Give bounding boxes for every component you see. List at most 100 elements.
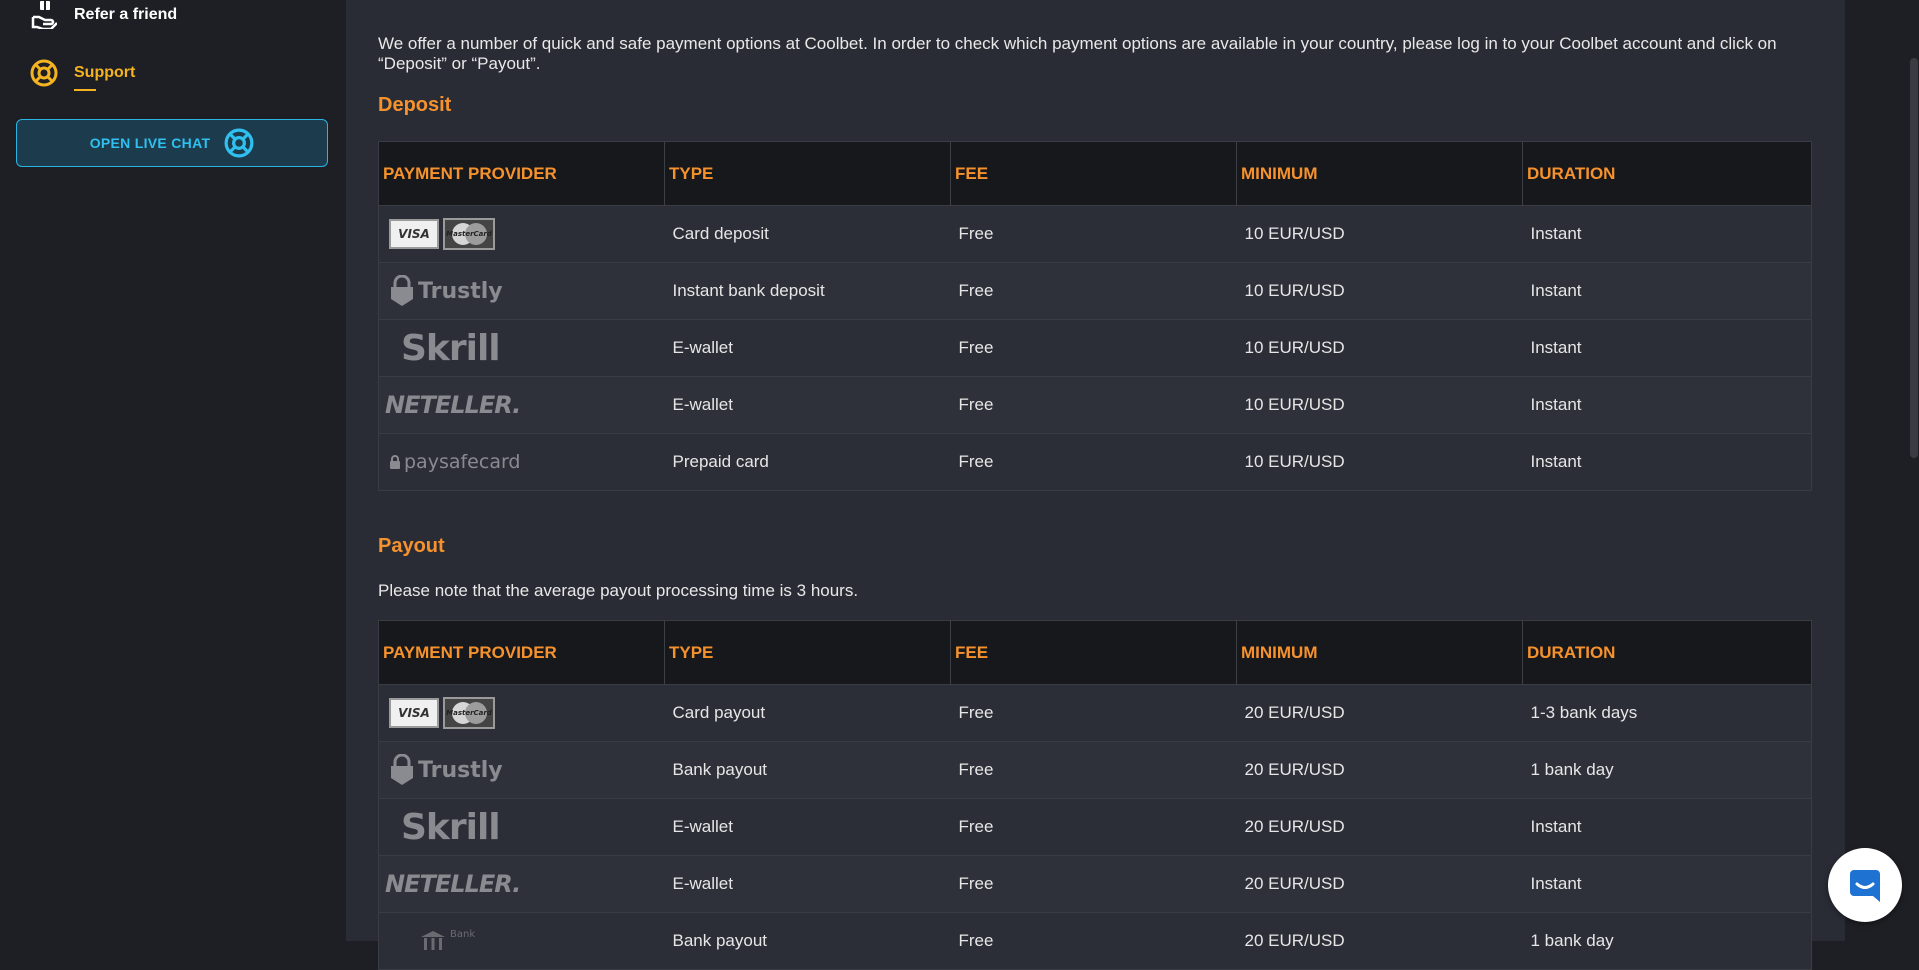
fee-cell: Free: [950, 855, 1237, 913]
sidebar-item-refer-a-friend[interactable]: Refer a friend: [30, 0, 177, 30]
live-chat-label: OPEN LIVE CHAT: [89, 135, 211, 151]
neteller-logo: NETELLER.: [385, 391, 521, 419]
column-header: PAYMENT PROVIDER: [378, 141, 665, 206]
column-header: TYPE: [664, 141, 951, 206]
fee-cell: Free: [950, 262, 1237, 320]
mastercard-logo: MasterCard: [443, 697, 495, 729]
visa-logo: VISA: [389, 698, 439, 728]
trustly-logo: Trustly: [389, 275, 657, 307]
provider-cell: Trustly: [378, 262, 665, 320]
provider-cell: VISA MasterCard: [378, 205, 665, 263]
sidebar-item-support[interactable]: Support: [30, 58, 135, 88]
provider-cell: Skrill: [378, 319, 665, 377]
duration-cell: Instant: [1522, 319, 1812, 377]
chat-icon: [1850, 870, 1880, 902]
deposit-title: Deposit: [378, 94, 452, 116]
provider-cell: paysafecard: [378, 433, 665, 491]
duration-cell: Instant: [1522, 855, 1812, 913]
table-row: VISA MasterCard Card payout Free 20 EUR/…: [378, 684, 1812, 742]
table-row: NETELLER. E-wallet Free 20 EUR/USD Insta…: [378, 855, 1812, 913]
fee-cell: Free: [950, 912, 1237, 970]
fee-cell: Free: [950, 684, 1237, 742]
column-header: TYPE: [664, 620, 951, 685]
provider-cell: Trustly: [378, 741, 665, 799]
fee-cell: Free: [950, 376, 1237, 434]
provider-cell: VISA MasterCard: [378, 684, 665, 742]
minimum-cell: 20 EUR/USD: [1236, 741, 1523, 799]
payout-note: Please note that the average payout proc…: [378, 581, 859, 600]
minimum-cell: 10 EUR/USD: [1236, 433, 1523, 491]
type-cell: E-wallet: [664, 319, 951, 377]
type-cell: Card deposit: [664, 205, 951, 263]
lifebuoy-icon: [30, 59, 58, 87]
duration-cell: Instant: [1522, 205, 1812, 263]
table-row: Trustly Bank payout Free 20 EUR/USD 1 ba…: [378, 741, 1812, 799]
provider-cell: Skrill: [378, 798, 665, 856]
bank-logo: Bank: [389, 929, 657, 953]
table-row: Skrill E-wallet Free 20 EUR/USD Instant: [378, 798, 1812, 856]
type-cell: Card payout: [664, 684, 951, 742]
column-header: DURATION: [1522, 620, 1812, 685]
type-cell: Bank payout: [664, 741, 951, 799]
type-cell: E-wallet: [664, 855, 951, 913]
minimum-cell: 20 EUR/USD: [1236, 684, 1523, 742]
column-header: FEE: [950, 620, 1237, 685]
duration-cell: Instant: [1522, 798, 1812, 856]
column-header: DURATION: [1522, 141, 1812, 206]
minimum-cell: 10 EUR/USD: [1236, 262, 1523, 320]
visa-logo: VISA: [389, 219, 439, 249]
type-cell: Prepaid card: [664, 433, 951, 491]
type-cell: Bank payout: [664, 912, 951, 970]
provider-cell: NETELLER.: [378, 376, 665, 434]
fee-cell: Free: [950, 319, 1237, 377]
duration-cell: 1 bank day: [1522, 912, 1812, 970]
table-header-row: PAYMENT PROVIDER TYPE FEE MINIMUM DURATI…: [378, 620, 1812, 685]
skrill-logo: Skrill: [401, 806, 501, 848]
mastercard-logo: MasterCard: [443, 218, 495, 250]
table-row: NETELLER. E-wallet Free 10 EUR/USD Insta…: [378, 376, 1812, 434]
table-header-row: PAYMENT PROVIDER TYPE FEE MINIMUM DURATI…: [378, 141, 1812, 206]
minimum-cell: 10 EUR/USD: [1236, 376, 1523, 434]
paysafecard-logo: paysafecard: [389, 451, 657, 473]
duration-cell: Instant: [1522, 262, 1812, 320]
active-indicator: [74, 89, 96, 91]
deposit-table: PAYMENT PROVIDER TYPE FEE MINIMUM DURATI…: [378, 141, 1812, 491]
padlock-icon: [390, 455, 400, 469]
neteller-logo: NETELLER.: [385, 870, 521, 898]
scrollbar-thumb[interactable]: [1910, 58, 1918, 458]
table-row: Bank Bank payout Free 20 EUR/USD 1 bank …: [378, 912, 1812, 970]
minimum-cell: 20 EUR/USD: [1236, 798, 1523, 856]
table-row: Skrill E-wallet Free 10 EUR/USD Instant: [378, 319, 1812, 377]
hand-gift-icon: [30, 1, 58, 29]
column-header: PAYMENT PROVIDER: [378, 620, 665, 685]
lock-icon: [391, 754, 413, 785]
type-cell: E-wallet: [664, 798, 951, 856]
table-row: paysafecard Prepaid card Free 10 EUR/USD…: [378, 433, 1812, 491]
type-cell: Instant bank deposit: [664, 262, 951, 320]
duration-cell: Instant: [1522, 376, 1812, 434]
minimum-cell: 20 EUR/USD: [1236, 912, 1523, 970]
provider-cell: Bank: [378, 912, 665, 970]
lock-icon: [391, 275, 413, 306]
chat-launcher-button[interactable]: [1828, 848, 1902, 922]
payout-table: PAYMENT PROVIDER TYPE FEE MINIMUM DURATI…: [378, 620, 1812, 970]
trustly-logo: Trustly: [389, 754, 657, 786]
open-live-chat-button[interactable]: OPEN LIVE CHAT: [16, 119, 328, 167]
fee-cell: Free: [950, 798, 1237, 856]
minimum-cell: 10 EUR/USD: [1236, 205, 1523, 263]
lifebuoy-icon: [224, 128, 254, 158]
column-header: FEE: [950, 141, 1237, 206]
duration-cell: 1-3 bank days: [1522, 684, 1812, 742]
fee-cell: Free: [950, 205, 1237, 263]
table-row: Trustly Instant bank deposit Free 10 EUR…: [378, 262, 1812, 320]
table-row: VISA MasterCard Card deposit Free 10 EUR…: [378, 205, 1812, 263]
column-header: MINIMUM: [1236, 141, 1523, 206]
minimum-cell: 10 EUR/USD: [1236, 319, 1523, 377]
type-cell: E-wallet: [664, 376, 951, 434]
provider-cell: NETELLER.: [378, 855, 665, 913]
payout-title: Payout: [378, 535, 445, 557]
duration-cell: 1 bank day: [1522, 741, 1812, 799]
duration-cell: Instant: [1522, 433, 1812, 491]
visa-mastercard-logo: VISA MasterCard: [389, 697, 657, 729]
column-header: MINIMUM: [1236, 620, 1523, 685]
